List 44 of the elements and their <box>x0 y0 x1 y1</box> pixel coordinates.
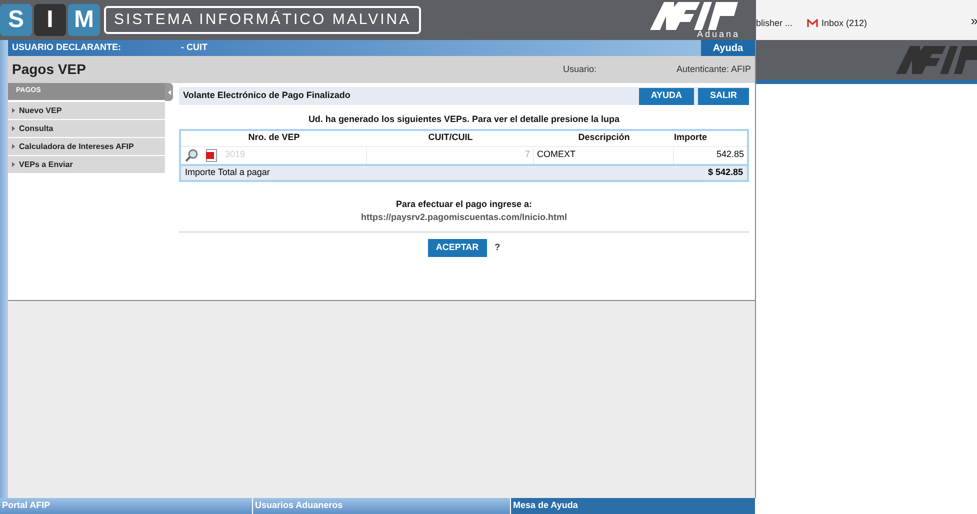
payment-text: Para efectuar el pago ingrese a: <box>394 198 534 211</box>
logo-letter: S <box>0 4 32 36</box>
chevron-icon <box>12 108 15 113</box>
user-label: USUARIO DECLARANTE: <box>11 41 121 54</box>
magnifier-icon[interactable] <box>185 148 198 162</box>
help-button[interactable]: Ayuda <box>700 40 756 56</box>
system-name: SISTEMA INFORMÁTICO MALVINA <box>104 6 422 34</box>
chevron-icon <box>12 162 15 167</box>
logo-letter: I <box>34 4 66 36</box>
afip-logo-icon <box>650 2 740 30</box>
panel-button[interactable]: SALIR <box>698 88 750 104</box>
collapse-handle[interactable] <box>165 83 173 101</box>
panel-title: Volante Electrónico de Pago Finalizado <box>183 89 350 102</box>
column-header: Nro. de VEP <box>247 131 301 144</box>
auth-label: Autenticante: AFIP <box>676 62 752 76</box>
item-label: Consulta <box>19 122 54 134</box>
intro-text: Ud. ha generado los siguientes VEPs. Para ver el detalle presione la lupa <box>307 113 621 126</box>
item-label: Nuevo VEP <box>19 104 62 116</box>
mail-icon <box>806 19 818 28</box>
item-label: VEPs a Enviar <box>19 158 73 170</box>
total-amount: $ 542.85 <box>708 166 744 179</box>
amount-cell-text: 542.85 <box>715 148 746 162</box>
footer-link[interactable]: Mesa de Ayuda <box>511 498 756 514</box>
bookmark-item[interactable]: blisher ... <box>756 16 793 30</box>
inbox-bookmark[interactable]: Inbox (212) <box>806 16 868 30</box>
page-title: Pagos VEP <box>12 60 86 79</box>
payment-url: https://paysrv2.pagomiscuentas.com/Inicio.html <box>360 211 568 224</box>
accept-button[interactable]: ACEPTAR <box>428 238 487 256</box>
column-header: Importe <box>674 131 708 144</box>
afip-logo-icon <box>896 46 977 74</box>
logo-letter: M <box>68 4 100 36</box>
collapse-arrow-icon <box>168 90 170 94</box>
column-header: Descripción <box>577 131 631 144</box>
panel-button[interactable]: AYUDA <box>638 88 694 104</box>
total-label: Importe Total a pagar <box>185 166 270 179</box>
cuit-label: - CUIT <box>181 41 208 54</box>
user-field-label: Usuario: <box>562 62 596 76</box>
chevron-icon <box>12 126 15 131</box>
chevron-icon <box>12 144 15 149</box>
column-header: CUIT/CUIL <box>427 131 474 144</box>
brand-subtitle: Aduana <box>696 30 740 38</box>
item-label: Calculadora de Intereses AFIP <box>19 140 134 152</box>
pdf-icon[interactable] <box>206 148 217 162</box>
help-link[interactable]: ? <box>494 240 500 254</box>
